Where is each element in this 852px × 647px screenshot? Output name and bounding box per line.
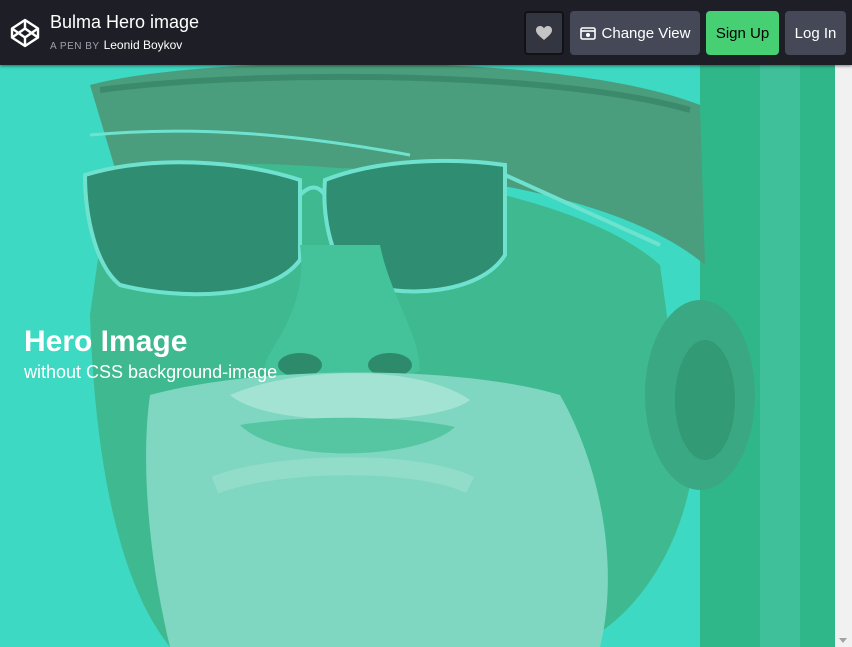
top-bar: Bulma Hero image A PEN BY Leonid Boykov C…: [0, 0, 852, 65]
change-view-label: Change View: [601, 24, 691, 42]
vertical-scrollbar[interactable]: [835, 65, 852, 647]
hero-section: Hero Image without CSS background-image: [0, 65, 835, 647]
heart-icon: [536, 26, 552, 40]
hero-subtitle: without CSS background-image: [24, 362, 278, 382]
hero-text: Hero Image without CSS background-image: [24, 324, 277, 384]
heart-button[interactable]: [524, 11, 564, 55]
sign-up-button[interactable]: Sign Up: [706, 11, 779, 55]
codepen-logo-icon[interactable]: [9, 17, 41, 49]
byline: A PEN BY Leonid Boykov: [50, 38, 182, 54]
change-view-button[interactable]: Change View: [570, 11, 700, 55]
eye-icon: [579, 26, 596, 40]
scroll-down-arrow-icon[interactable]: [839, 638, 847, 643]
byline-prefix: A PEN BY: [50, 41, 100, 52]
hero-title: Hero Image: [24, 325, 188, 358]
pen-title[interactable]: Bulma Hero image: [50, 11, 199, 33]
author-link[interactable]: Leonid Boykov: [104, 38, 183, 52]
log-in-button[interactable]: Log In: [785, 11, 846, 55]
